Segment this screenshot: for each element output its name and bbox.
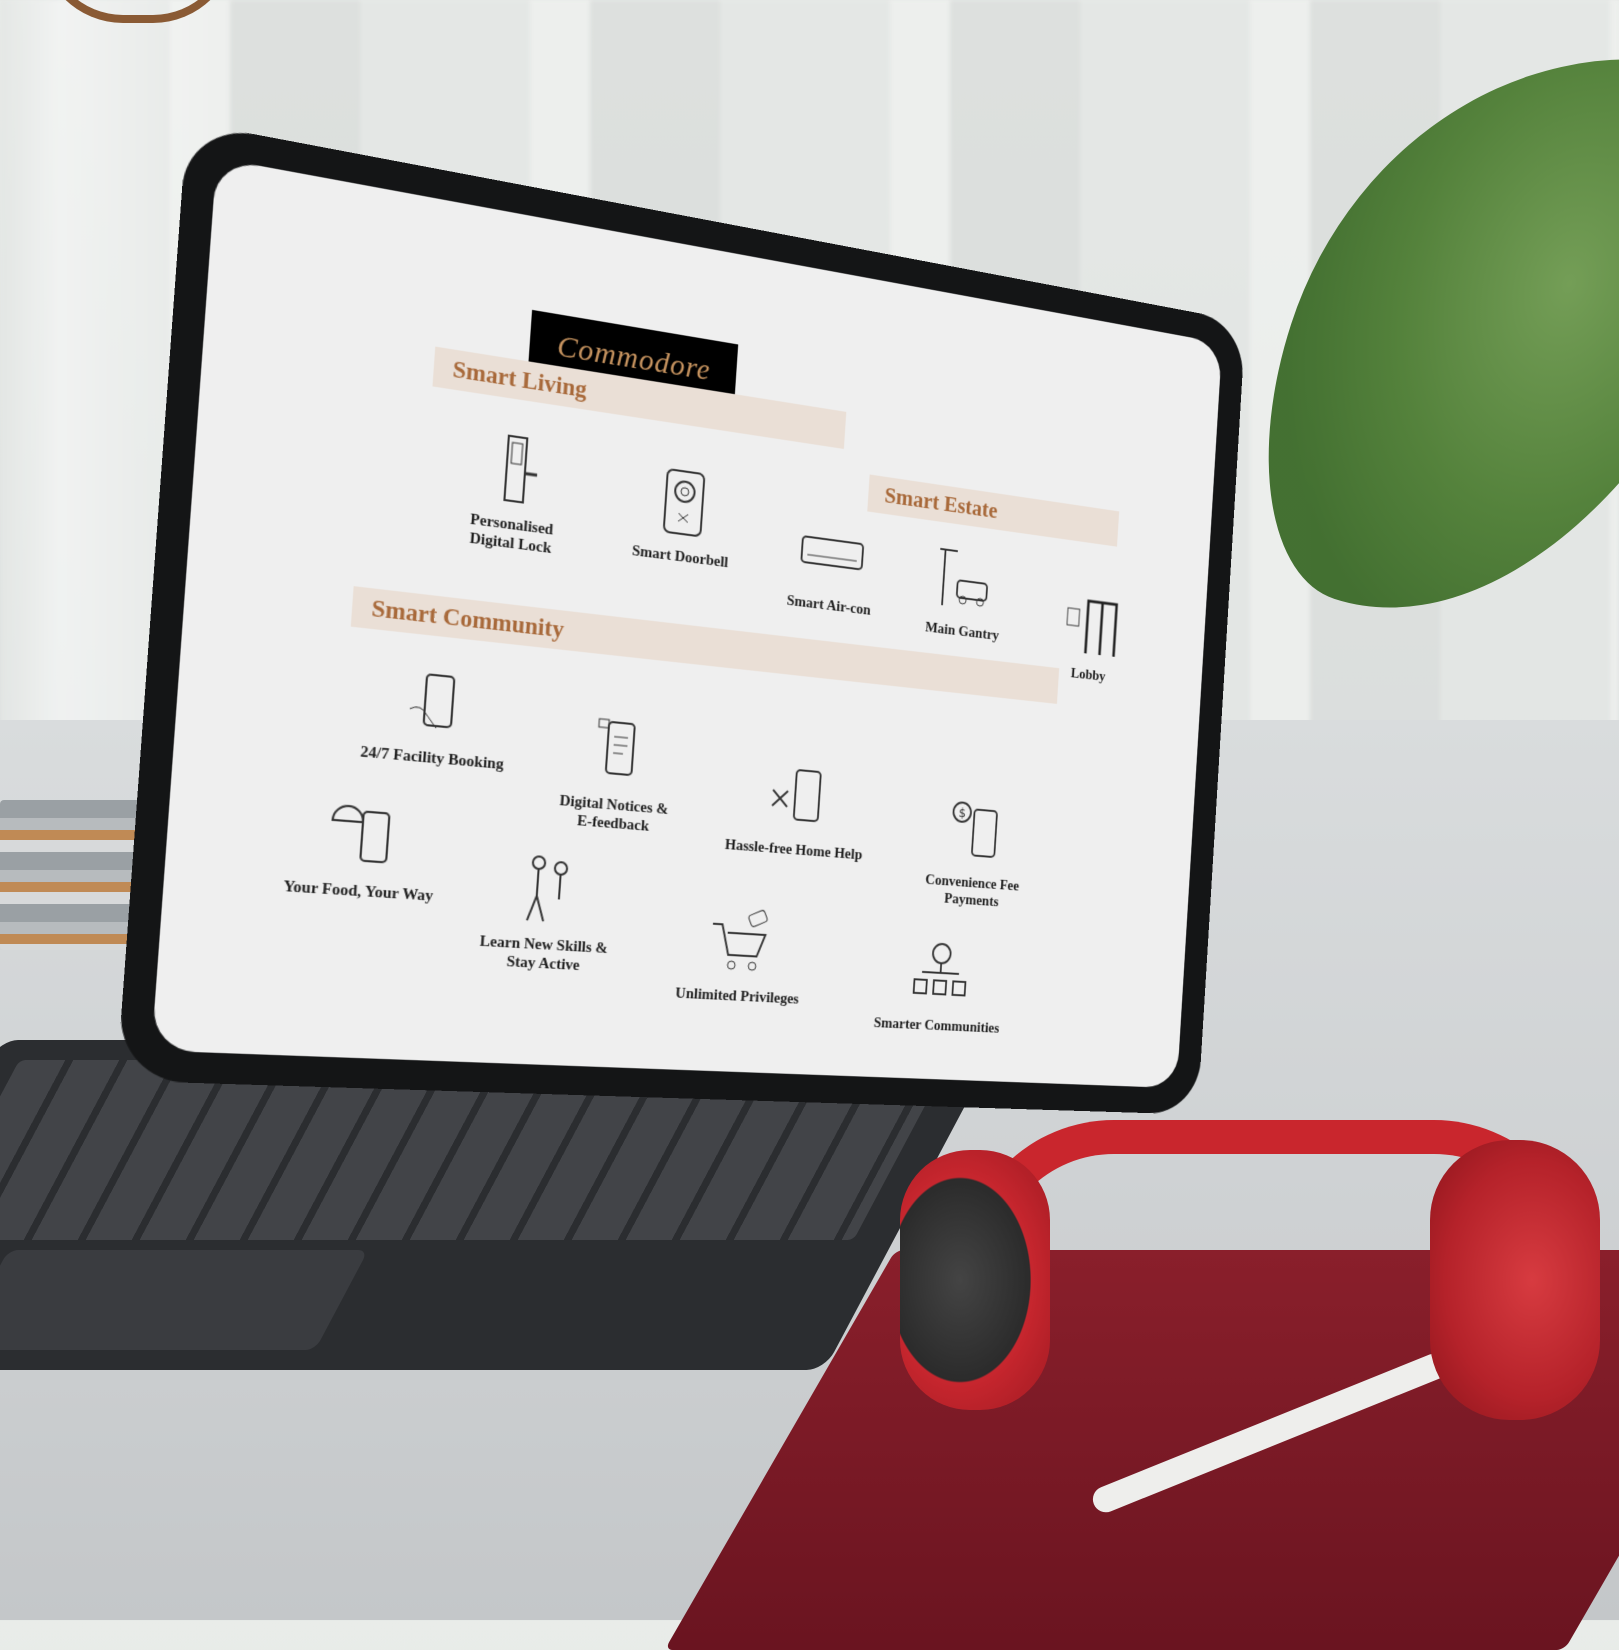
section-title-smart-estate: Smart Estate: [883, 482, 999, 523]
feature-facility-booking[interactable]: 24/7 Facility Booking: [341, 655, 527, 775]
feature-smarter-communities[interactable]: Smarter Communities: [861, 935, 1016, 1038]
facility-booking-icon: [397, 661, 476, 742]
feature-label: Your Food, Your Way: [282, 878, 434, 905]
tablet-screen: Commodore Smart Living Personalised Digi…: [151, 157, 1223, 1089]
feature-digital-lock[interactable]: Personalised Digital Lock: [422, 420, 605, 564]
feature-label: Personalised Digital Lock: [469, 511, 554, 558]
feature-label: Smart Air-con: [786, 592, 872, 619]
section-title-smart-community: Smart Community: [370, 594, 565, 643]
feature-home-help[interactable]: Hassle-free Home Help: [714, 755, 878, 865]
notices-icon: [581, 711, 655, 789]
payment-icon: $: [943, 795, 1008, 867]
feature-learn-skills[interactable]: Learn New Skills & Stay Active: [455, 847, 635, 978]
doorbell-icon: [648, 463, 720, 543]
feature-fee-payments[interactable]: $ Convenience Fee Payments: [896, 791, 1051, 914]
aircon-icon: [798, 514, 866, 591]
gantry-icon: [933, 543, 998, 618]
digital-lock-icon: [477, 428, 554, 510]
feature-food[interactable]: Your Food, Your Way: [265, 789, 456, 907]
skills-icon: [510, 851, 586, 928]
feature-label: Smarter Communities: [873, 1015, 1000, 1037]
feature-label: Learn New Skills & Stay Active: [479, 933, 609, 975]
trackpad: [0, 1250, 369, 1350]
headphones-right-cup: [1430, 1140, 1600, 1420]
home-help-icon: [763, 759, 832, 834]
feature-label: Unlimited Privileges: [674, 985, 800, 1008]
feature-main-gantry[interactable]: Main Gantry: [887, 537, 1041, 650]
food-icon: [323, 794, 404, 874]
feature-digital-notices[interactable]: Digital Notices & E-feedback: [527, 706, 703, 839]
svg-text:$: $: [958, 806, 966, 821]
shopping-cart-icon: [706, 905, 777, 979]
feature-label: 24/7 Facility Booking: [359, 743, 505, 774]
feature-privileges[interactable]: Unlimited Privileges: [655, 902, 822, 1009]
feature-label: Main Gantry: [924, 619, 1000, 644]
feature-label: Digital Notices & E-feedback: [558, 792, 669, 835]
feature-smart-doorbell[interactable]: Smart Doorbell: [597, 456, 768, 577]
feature-smart-aircon[interactable]: Smart Air-con: [749, 508, 911, 624]
headphones-left-cup: [900, 1150, 1050, 1410]
feature-label: Convenience Fee Payments: [924, 872, 1020, 911]
community-icon: [907, 938, 973, 1009]
feature-label: Smart Doorbell: [631, 542, 729, 572]
feature-label: Hassle-free Home Help: [724, 836, 863, 864]
lobby-icon: [1060, 588, 1122, 661]
